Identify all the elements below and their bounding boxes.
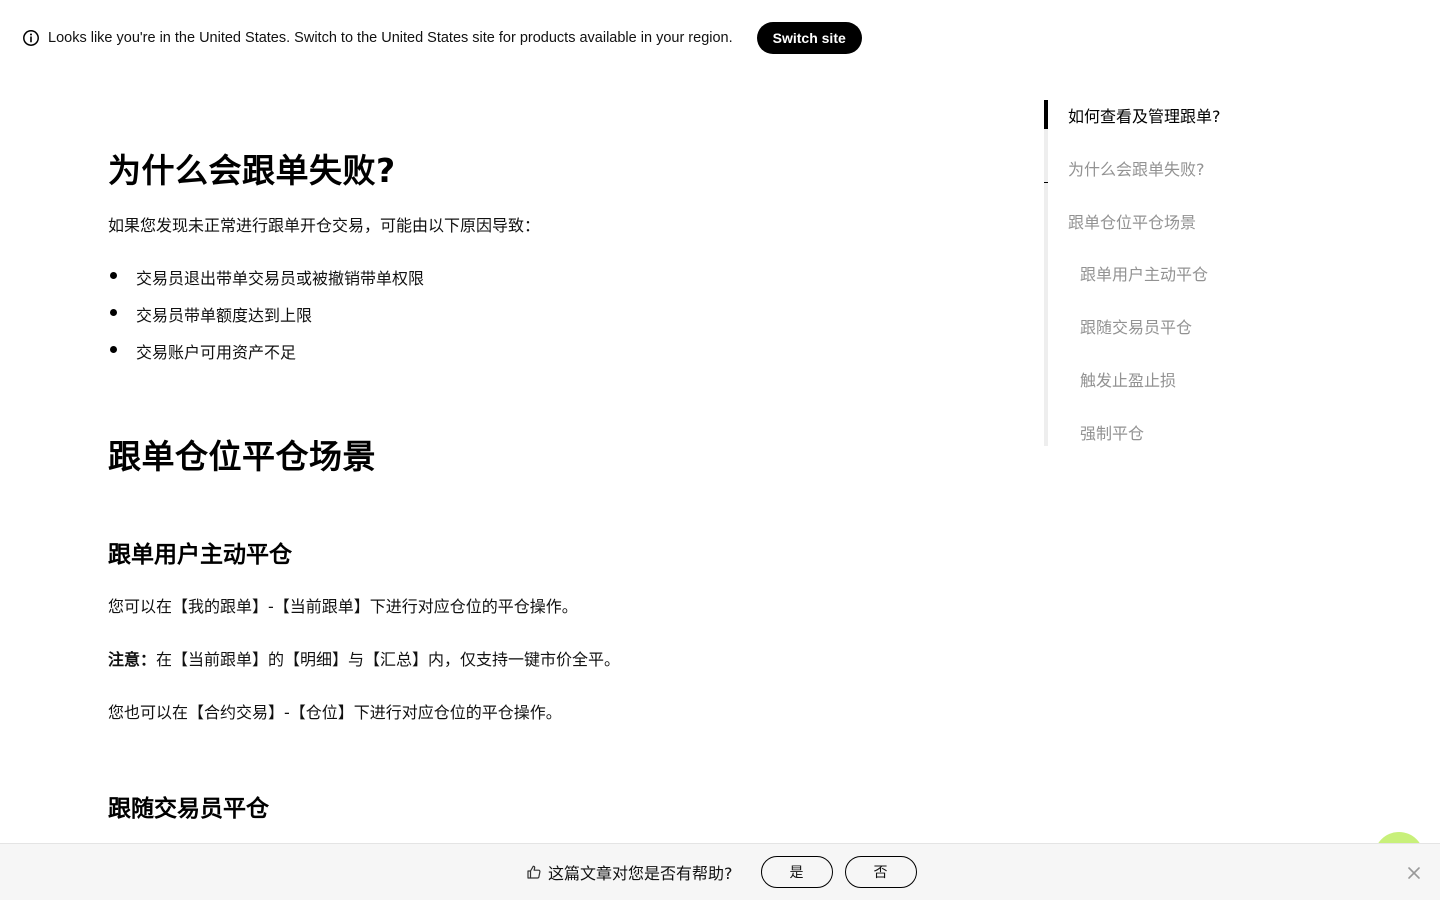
reason-text: 交易账户可用资产不足 <box>136 343 297 362</box>
reason-text: 交易员退出带单交易员或被撤销带单权限 <box>136 269 425 288</box>
switch-site-button[interactable]: Switch site <box>756 22 862 54</box>
list-item: 交易账户可用资产不足 <box>108 339 296 363</box>
user-close-paragraph-2: 您也可以在【合约交易】-【仓位】下进行对应仓位的平仓操作。 <box>108 703 562 722</box>
heading-close-scenarios: 跟单仓位平仓场景 <box>108 437 376 476</box>
toc-marker <box>1044 182 1048 183</box>
bullet-dot <box>110 272 117 279</box>
feedback-content: 这篇文章对您是否有帮助? 是 否 <box>526 856 929 888</box>
heading-user-close: 跟单用户主动平仓 <box>108 542 292 568</box>
feedback-yes-button[interactable]: 是 <box>760 856 833 888</box>
user-close-paragraph-1: 您可以在【我的跟单】-【当前跟单】下进行对应仓位的平仓操作。 <box>108 597 578 616</box>
toc-item-manage-copy[interactable]: 如何查看及管理跟单? <box>1068 103 1221 127</box>
note-label: 注意： <box>108 650 157 669</box>
why-fail-intro: 如果您发现未正常进行跟单开仓交易，可能由以下原因导致： <box>108 216 541 235</box>
list-item: 交易员带单额度达到上限 <box>108 302 312 326</box>
thumbs-up-icon <box>526 864 542 880</box>
toc-item-close-scenarios[interactable]: 跟单仓位平仓场景 <box>1068 209 1196 233</box>
feedback-bar: 这篇文章对您是否有帮助? 是 否 <box>0 843 1440 900</box>
toc-item-liquidation[interactable]: 强制平仓 <box>1080 420 1144 444</box>
close-icon[interactable] <box>1405 864 1423 882</box>
table-of-contents: 如何查看及管理跟单? 为什么会跟单失败? 跟单仓位平仓场景 跟单用户主动平仓 跟… <box>1044 100 1344 446</box>
heading-why-fail: 为什么会跟单失败? <box>108 151 396 190</box>
toc-active-indicator <box>1044 100 1048 129</box>
note-text: 在【当前跟单】的【明细】与【汇总】内，仅支持一键市价全平。 <box>156 650 621 669</box>
feedback-question: 这篇文章对您是否有帮助? <box>548 864 733 883</box>
region-banner: Looks like you're in the United States. … <box>0 0 1440 76</box>
info-icon <box>22 29 40 47</box>
toc-track <box>1044 100 1048 446</box>
heading-follow-trader-close: 跟随交易员平仓 <box>108 796 269 822</box>
list-item: 交易员退出带单交易员或被撤销带单权限 <box>108 265 424 289</box>
bullet-dot <box>110 346 117 353</box>
toc-item-why-fail[interactable]: 为什么会跟单失败? <box>1068 156 1205 180</box>
user-close-note: 注意：在【当前跟单】的【明细】与【汇总】内，仅支持一键市价全平。 <box>108 646 620 670</box>
banner-text: Looks like you're in the United States. … <box>48 30 733 46</box>
bullet-dot <box>110 309 117 316</box>
toc-item-tp-sl[interactable]: 触发止盈止损 <box>1080 367 1176 391</box>
toc-item-user-close[interactable]: 跟单用户主动平仓 <box>1080 261 1208 285</box>
toc-item-follow-trader[interactable]: 跟随交易员平仓 <box>1080 314 1192 338</box>
reason-text: 交易员带单额度达到上限 <box>136 306 313 325</box>
feedback-no-button[interactable]: 否 <box>844 856 917 888</box>
